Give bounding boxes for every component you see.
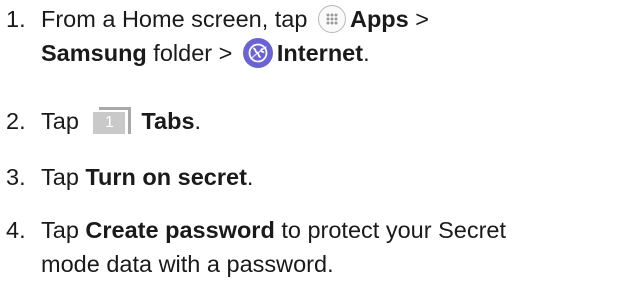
step-body: Tap 1 Tabs. <box>41 104 626 138</box>
apps-grid-icon <box>317 4 346 33</box>
step-text: Tap <box>41 108 86 134</box>
step-number: 1. <box>6 6 26 32</box>
step-text: to protect your Secret <box>274 217 507 243</box>
samsung-internet-icon <box>242 37 273 68</box>
step-text: . <box>246 164 254 190</box>
step-number: 2. <box>6 108 26 134</box>
samsung-folder-label: Samsung <box>41 40 147 66</box>
step-text: Tap <box>41 217 86 243</box>
step-line: Tap Turn on secret. <box>41 160 626 194</box>
tabs-icon-count: 1 <box>93 111 126 134</box>
step-line: From a Home screen, tap Apps > <box>41 2 626 36</box>
step-line: Tap 1 Tabs. <box>41 104 626 138</box>
step-line: mode data with a password. <box>41 251 334 277</box>
step-text: . <box>194 108 202 134</box>
tabs-icon: 1 <box>93 106 135 135</box>
step-line: Samsung folder > Internet. <box>41 36 626 70</box>
step-number: 4. <box>6 217 26 243</box>
step-text: > <box>408 6 429 32</box>
step-number: 3. <box>6 164 26 190</box>
step-text: . <box>363 40 370 66</box>
step-line: Tap Create password to protect your Secr… <box>41 213 626 247</box>
apps-label: Apps <box>349 6 409 32</box>
tabs-label: Tabs <box>141 108 195 134</box>
create-password-label: Create password <box>85 217 275 243</box>
step-text: folder > <box>146 40 239 66</box>
step-text: Tap <box>41 164 86 190</box>
step-body: Tap Create password to protect your Secr… <box>41 213 626 281</box>
step-body: From a Home screen, tap Apps > Samsung f… <box>41 2 626 70</box>
turn-on-secret-label: Turn on secret <box>85 164 247 190</box>
step-text: From a Home screen, tap <box>41 6 314 32</box>
step-body: Tap Turn on secret. <box>41 160 626 194</box>
internet-label: Internet <box>276 40 364 66</box>
